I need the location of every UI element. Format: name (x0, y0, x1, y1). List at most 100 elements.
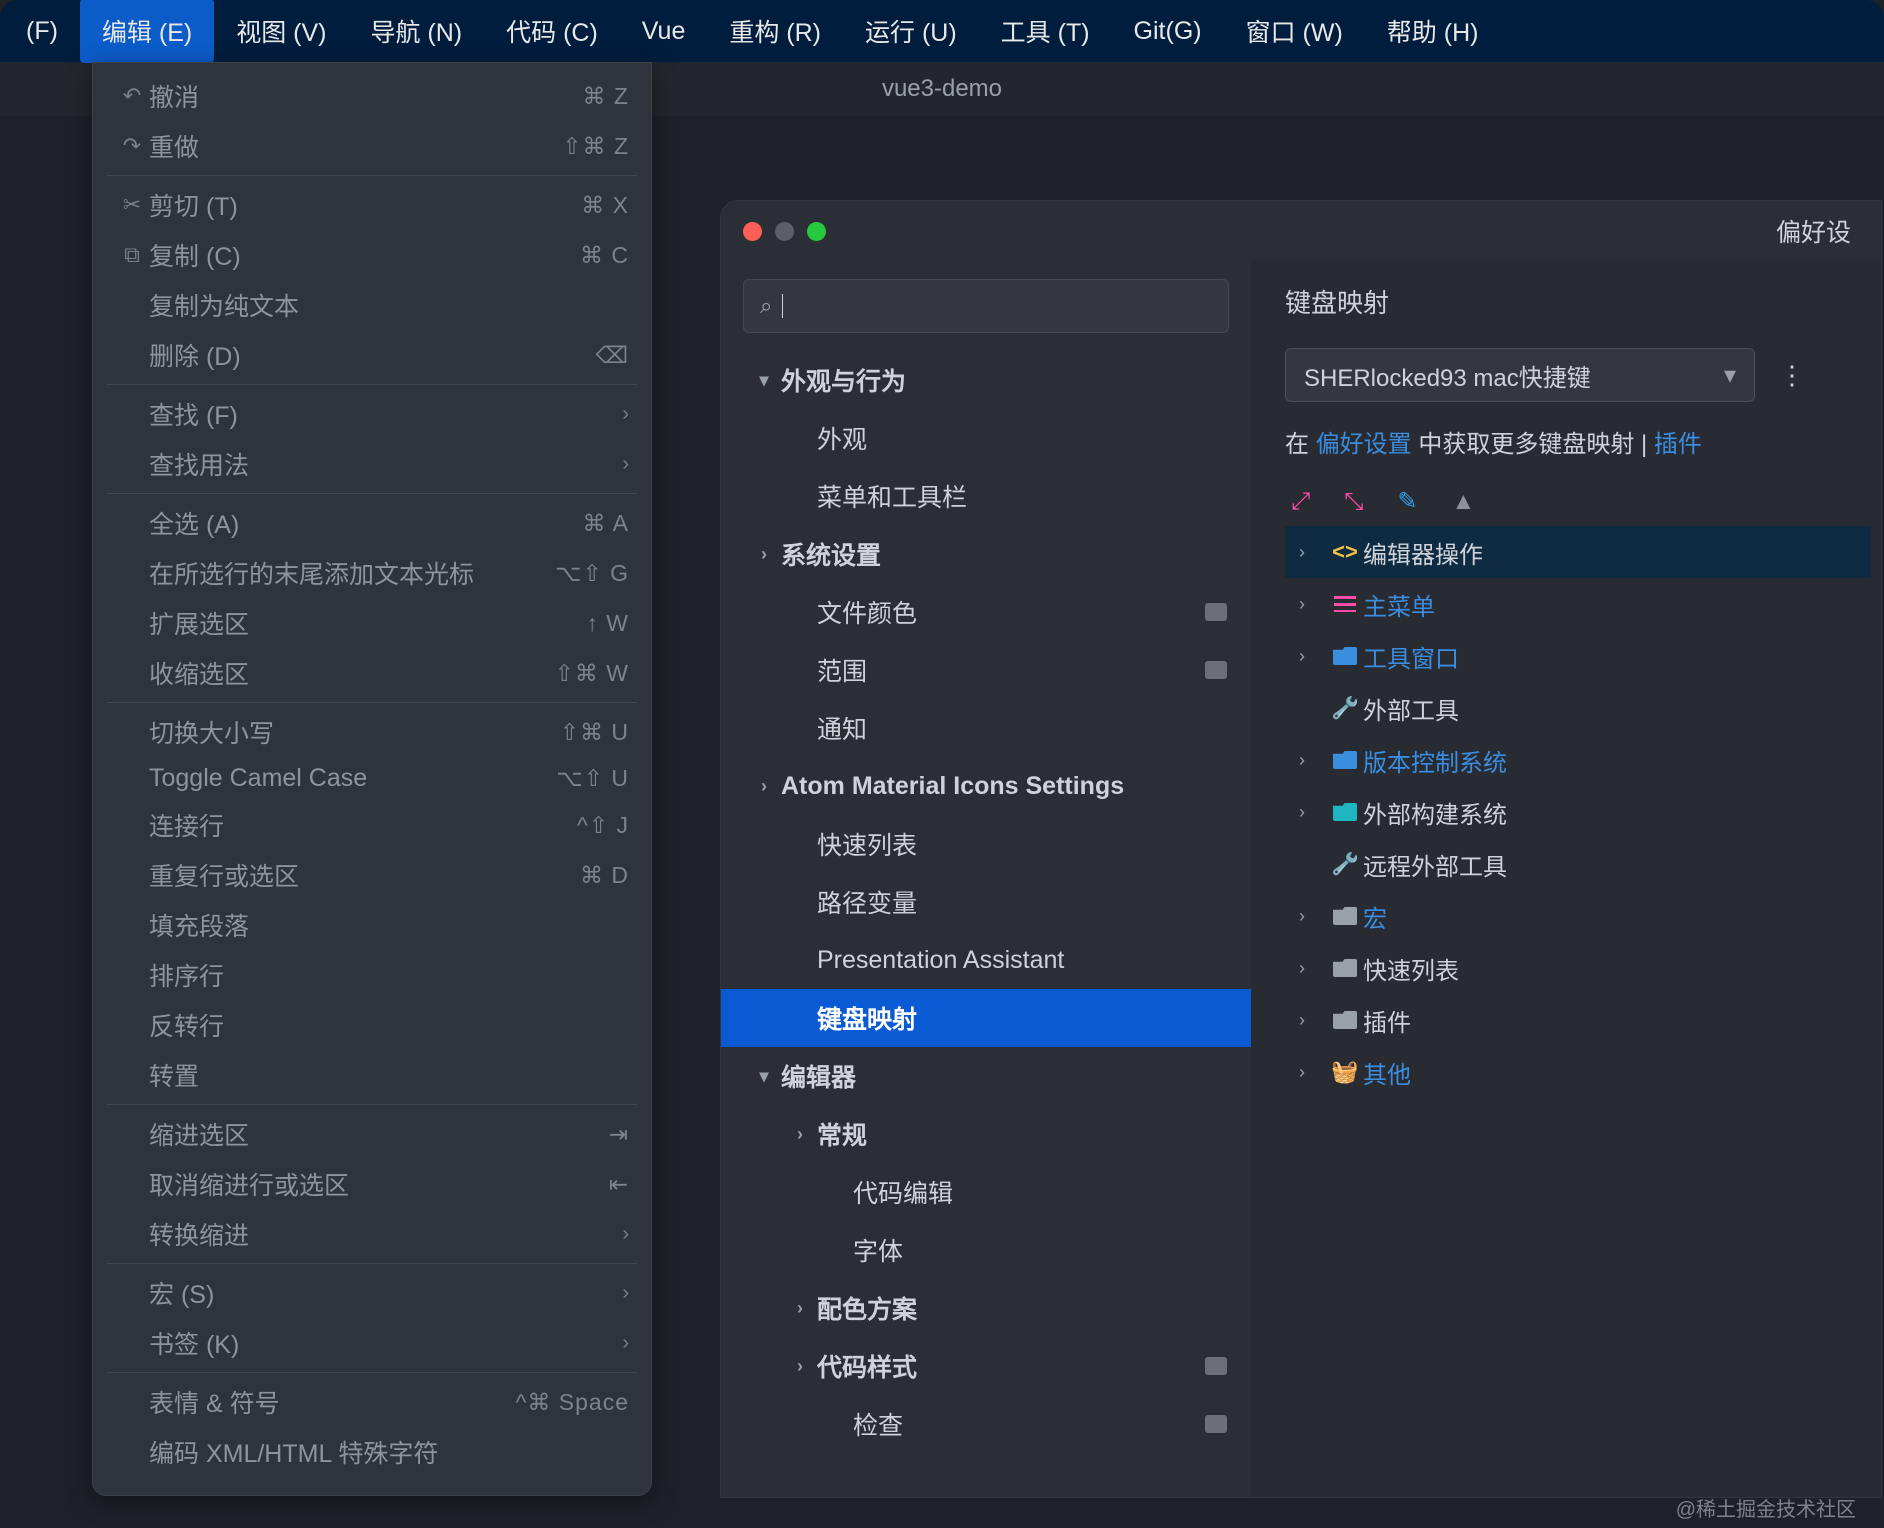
expand-icon[interactable]: ⤢ (1291, 488, 1310, 516)
chevron-right-icon: › (1299, 594, 1327, 615)
menu-icon (1327, 596, 1363, 612)
chevron-right-icon: › (622, 1332, 629, 1355)
menu-item-label: 撤消 (149, 78, 583, 114)
link-plugins: 插件 (1654, 431, 1702, 458)
menu-help[interactable]: 帮助 (H) (1365, 0, 1501, 63)
keymap-tree-item[interactable]: ›插件 (1285, 994, 1871, 1046)
keymap-item-label: 工具窗口 (1363, 639, 1459, 674)
edit-menu-item[interactable]: ↶撤消⌘ Z (93, 71, 651, 121)
prefs-nav-item[interactable]: ›代码样式 (721, 1337, 1251, 1395)
main-menubar: (F) 编辑 (E) 视图 (V) 导航 (N) 代码 (C) Vue 重构 (… (0, 0, 1884, 62)
minimize-window-button[interactable] (775, 222, 794, 241)
collapse-icon[interactable]: ⤡ (1344, 488, 1363, 516)
edit-menu-item[interactable]: 反转行 (93, 1000, 651, 1050)
menu-run[interactable]: 运行 (U) (843, 0, 979, 63)
edit-menu-item[interactable]: 表情 & 符号^⌘ Space (93, 1377, 651, 1427)
prefs-nav-item[interactable]: 检查 (721, 1395, 1251, 1453)
zoom-window-button[interactable] (807, 222, 826, 241)
menu-git[interactable]: Git(G) (1112, 3, 1224, 60)
menu-file[interactable]: (F) (4, 3, 80, 60)
edit-menu-item[interactable]: ⧉复制 (C)⌘ C (93, 230, 651, 280)
edit-menu-item[interactable]: 缩进选区⇥ (93, 1109, 651, 1159)
window-controls (743, 222, 826, 241)
menu-window[interactable]: 窗口 (W) (1224, 0, 1365, 63)
keymap-tree-item[interactable]: ›工具窗口 (1285, 630, 1871, 682)
prefs-nav-item[interactable]: ›常规 (721, 1105, 1251, 1163)
edit-menu-item[interactable]: 复制为纯文本 (93, 280, 651, 330)
edit-menu-item[interactable]: 填充段落 (93, 900, 651, 950)
keymap-tree-item[interactable]: ›外部构建系统 (1285, 786, 1871, 838)
prefs-nav-item[interactable]: ›Atom Material Icons Settings (721, 757, 1251, 815)
edit-menu-item[interactable]: Toggle Camel Case⌥⇧ U (93, 757, 651, 800)
edit-menu-item[interactable]: 连接行^⇧ J (93, 800, 651, 850)
keymap-tree-item[interactable]: ›<>编辑器操作 (1285, 526, 1871, 578)
keymap-tree-item[interactable]: 🔧远程外部工具 (1285, 838, 1871, 890)
edit-menu-item[interactable]: 宏 (S)› (93, 1268, 651, 1318)
prefs-nav-item[interactable]: Presentation Assistant (721, 931, 1251, 989)
chevron-right-icon: › (1299, 1062, 1327, 1083)
keymap-tree-item[interactable]: ›快速列表 (1285, 942, 1871, 994)
keymap-item-label: 插件 (1363, 1003, 1411, 1038)
prefs-nav-item[interactable]: 路径变量 (721, 873, 1251, 931)
edit-menu-item[interactable]: 转换缩进› (93, 1209, 651, 1259)
edit-menu-item[interactable]: 重复行或选区⌘ D (93, 850, 651, 900)
menu-vue[interactable]: Vue (620, 3, 708, 60)
menu-code[interactable]: 代码 (C) (484, 0, 620, 63)
edit-menu-item[interactable]: 全选 (A)⌘ A (93, 498, 651, 548)
edit-menu-item[interactable]: 书签 (K)› (93, 1318, 651, 1368)
warning-icon[interactable]: ▲ (1452, 488, 1476, 516)
keymap-tree-item[interactable]: ›🧺其他 (1285, 1046, 1871, 1098)
edit-menu-item[interactable]: 在所选行的末尾添加文本光标⌥⇧ G (93, 548, 651, 598)
wrench-icon: 🔧 (1327, 695, 1363, 721)
edit-menu-item[interactable]: 删除 (D)⌫ (93, 330, 651, 380)
keymap-tree-item[interactable]: ›主菜单 (1285, 578, 1871, 630)
edit-menu-item[interactable]: 扩展选区↑ W (93, 598, 651, 648)
prefs-nav-item[interactable]: 字体 (721, 1221, 1251, 1279)
menu-edit[interactable]: 编辑 (E) (80, 0, 214, 63)
edit-menu-item[interactable]: 排序行 (93, 950, 651, 1000)
prefs-nav-item[interactable]: ▾外观与行为 (721, 351, 1251, 409)
shortcut-label: ⌫ (595, 342, 629, 369)
menu-refactor[interactable]: 重构 (R) (707, 0, 843, 63)
menu-tools[interactable]: 工具 (T) (979, 0, 1112, 63)
prefs-nav-item[interactable]: 通知 (721, 699, 1251, 757)
edit-menu-item[interactable]: 取消缩进行或选区⇤ (93, 1159, 651, 1209)
prefs-nav-item[interactable]: 文件颜色 (721, 583, 1251, 641)
edit-menu-item[interactable]: 查找 (F)› (93, 389, 651, 439)
prefs-search-input[interactable]: ⌕ (743, 279, 1229, 333)
kebab-menu-button[interactable]: ⋮ (1773, 360, 1811, 391)
caret-icon (782, 294, 783, 318)
edit-menu-item[interactable]: ✂剪切 (T)⌘ X (93, 180, 651, 230)
menu-item-label: 转置 (149, 1057, 629, 1093)
folder-icon (1327, 959, 1363, 977)
prefs-nav-item[interactable]: 范围 (721, 641, 1251, 699)
edit-menu-item[interactable]: ↷重做⇧⌘ Z (93, 121, 651, 171)
prefs-nav-item[interactable]: 外观 (721, 409, 1251, 467)
keymap-tree-item[interactable]: 🔧外部工具 (1285, 682, 1871, 734)
keymap-tree-item[interactable]: ›版本控制系统 (1285, 734, 1871, 786)
edit-menu-item[interactable]: 查找用法› (93, 439, 651, 489)
edit-menu-item[interactable]: 切换大小写⇧⌘ U (93, 707, 651, 757)
prefs-nav-item[interactable]: 代码编辑 (721, 1163, 1251, 1221)
edit-dropdown: ↶撤消⌘ Z↷重做⇧⌘ Z ✂剪切 (T)⌘ X⧉复制 (C)⌘ C复制为纯文本删… (92, 62, 652, 1496)
prefs-nav-item[interactable]: 菜单和工具栏 (721, 467, 1251, 525)
prefs-nav-item[interactable]: ›配色方案 (721, 1279, 1251, 1337)
prefs-nav-item[interactable]: ▾编辑器 (721, 1047, 1251, 1105)
nav-item-label: 通知 (817, 710, 867, 746)
prefs-nav-item[interactable]: 快速列表 (721, 815, 1251, 873)
keymap-select[interactable]: SHERlocked93 mac快捷键 ▾ (1285, 348, 1755, 402)
edit-menu-item[interactable]: 转置 (93, 1050, 651, 1100)
close-window-button[interactable] (743, 222, 762, 241)
nav-item-label: 菜单和工具栏 (817, 478, 967, 514)
menu-view[interactable]: 视图 (V) (214, 0, 348, 63)
edit-menu-item[interactable]: 收缩选区⇧⌘ W (93, 648, 651, 698)
edit-menu-item[interactable]: 编码 XML/HTML 特殊字符 (93, 1427, 651, 1477)
more-keymaps-link[interactable]: 在 偏好设置 中获取更多键盘映射 | 插件 (1285, 424, 1871, 459)
keymap-tree-item[interactable]: ›宏 (1285, 890, 1871, 942)
menu-navigate[interactable]: 导航 (N) (348, 0, 484, 63)
keymap-item-label: 宏 (1363, 899, 1387, 934)
prefs-nav-item[interactable]: ›系统设置 (721, 525, 1251, 583)
edit-icon[interactable]: ✎ (1397, 487, 1417, 516)
prefs-nav-item[interactable]: 键盘映射 (721, 989, 1251, 1047)
chevron-right-icon: › (622, 453, 629, 476)
